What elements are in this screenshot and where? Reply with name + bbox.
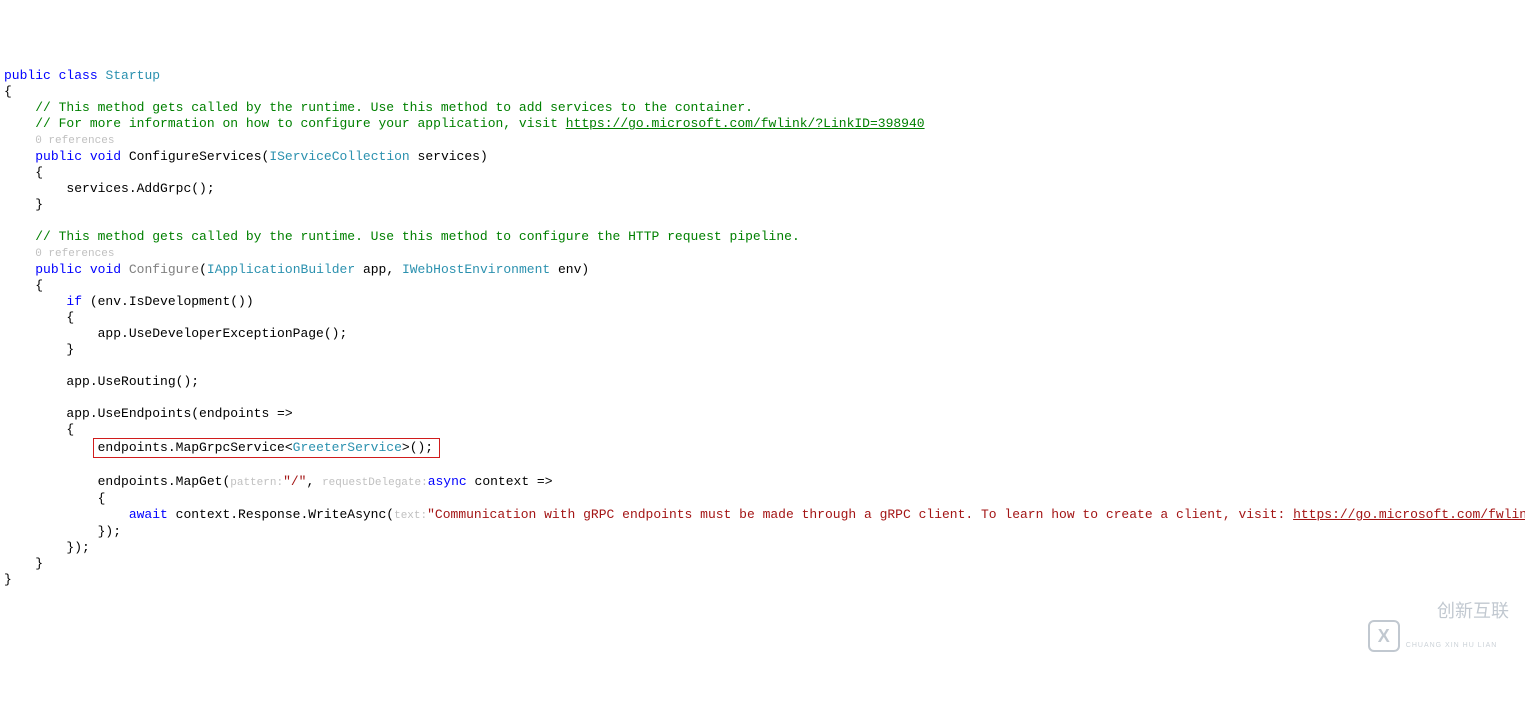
watermark-subtext: CHUANG XIN HU LIAN bbox=[1406, 638, 1509, 654]
comment-line: // This method gets called by the runtim… bbox=[35, 100, 753, 115]
call-close: >(); bbox=[402, 440, 433, 455]
keyword-void: void bbox=[90, 262, 121, 277]
comment-line: // For more information on how to config… bbox=[35, 116, 566, 131]
call-writeasync: context.Response.WriteAsync( bbox=[168, 507, 394, 522]
keyword-await: await bbox=[129, 507, 168, 522]
brace: } bbox=[35, 197, 43, 212]
call-mapget: endpoints.MapGet( bbox=[98, 474, 231, 489]
keyword-public: public bbox=[35, 149, 82, 164]
brace: } bbox=[35, 556, 43, 571]
condition: (env.IsDevelopment()) bbox=[82, 294, 254, 309]
method-name-unused: Configure bbox=[129, 262, 199, 277]
keyword-public: public bbox=[4, 68, 51, 83]
param: services) bbox=[410, 149, 488, 164]
brace: { bbox=[4, 84, 12, 99]
close-lambda: }); bbox=[98, 524, 121, 539]
lambda: context => bbox=[467, 474, 553, 489]
comma: , bbox=[306, 474, 322, 489]
brace: { bbox=[66, 310, 74, 325]
statement: services.AddGrpc(); bbox=[66, 181, 214, 196]
inline-hint-text: text: bbox=[394, 510, 427, 522]
brace: } bbox=[66, 342, 74, 357]
watermark-logo-icon: X bbox=[1368, 620, 1400, 652]
paren-open: ( bbox=[199, 262, 207, 277]
string-link[interactable]: https://go.microsoft.com/fwlink/?linkid=… bbox=[1293, 507, 1525, 522]
keyword-void: void bbox=[90, 149, 121, 164]
brace: { bbox=[66, 422, 74, 437]
call-mapgrpc: endpoints.MapGrpcService< bbox=[98, 440, 293, 455]
highlighted-line: endpoints.MapGrpcService<GreeterService>… bbox=[93, 438, 440, 458]
brace: { bbox=[35, 165, 43, 180]
inline-hint-pattern: pattern: bbox=[230, 477, 283, 489]
comment-link[interactable]: https://go.microsoft.com/fwlink/?LinkID=… bbox=[566, 116, 925, 131]
string-literal: "Communication with gRPC endpoints must … bbox=[427, 507, 1293, 522]
keyword-class: class bbox=[59, 68, 98, 83]
brace: } bbox=[4, 572, 12, 587]
param: app, bbox=[355, 262, 402, 277]
brace: { bbox=[98, 491, 106, 506]
code-editor[interactable]: public class Startup { // This method ge… bbox=[4, 68, 1517, 588]
method-name: ConfigureServices( bbox=[129, 149, 269, 164]
keyword-async: async bbox=[428, 474, 467, 489]
close-lambda: }); bbox=[66, 540, 89, 555]
brace: { bbox=[35, 278, 43, 293]
type-iapplicationbuilder: IApplicationBuilder bbox=[207, 262, 355, 277]
watermark-text: 创新互联 bbox=[1437, 601, 1509, 621]
statement: app.UseRouting(); bbox=[66, 374, 199, 389]
param: env) bbox=[550, 262, 589, 277]
type-startup: Startup bbox=[105, 68, 160, 83]
codelens-references[interactable]: 0 references bbox=[35, 135, 114, 147]
statement: app.UseDeveloperExceptionPage(); bbox=[98, 326, 348, 341]
statement: app.UseEndpoints(endpoints => bbox=[66, 406, 292, 421]
inline-hint-requestdelegate: requestDelegate: bbox=[322, 477, 428, 489]
string-literal: "/" bbox=[283, 474, 306, 489]
type-greeterservice: GreeterService bbox=[293, 440, 402, 455]
type-iwebhostenvironment: IWebHostEnvironment bbox=[402, 262, 550, 277]
codelens-references[interactable]: 0 references bbox=[35, 248, 114, 260]
watermark: X 创新互联 CHUANG XIN HU LIAN bbox=[1368, 586, 1509, 686]
comment-line: // This method gets called by the runtim… bbox=[35, 229, 800, 244]
keyword-public: public bbox=[35, 262, 82, 277]
keyword-if: if bbox=[66, 294, 82, 309]
type-iservicecollection: IServiceCollection bbox=[269, 149, 409, 164]
